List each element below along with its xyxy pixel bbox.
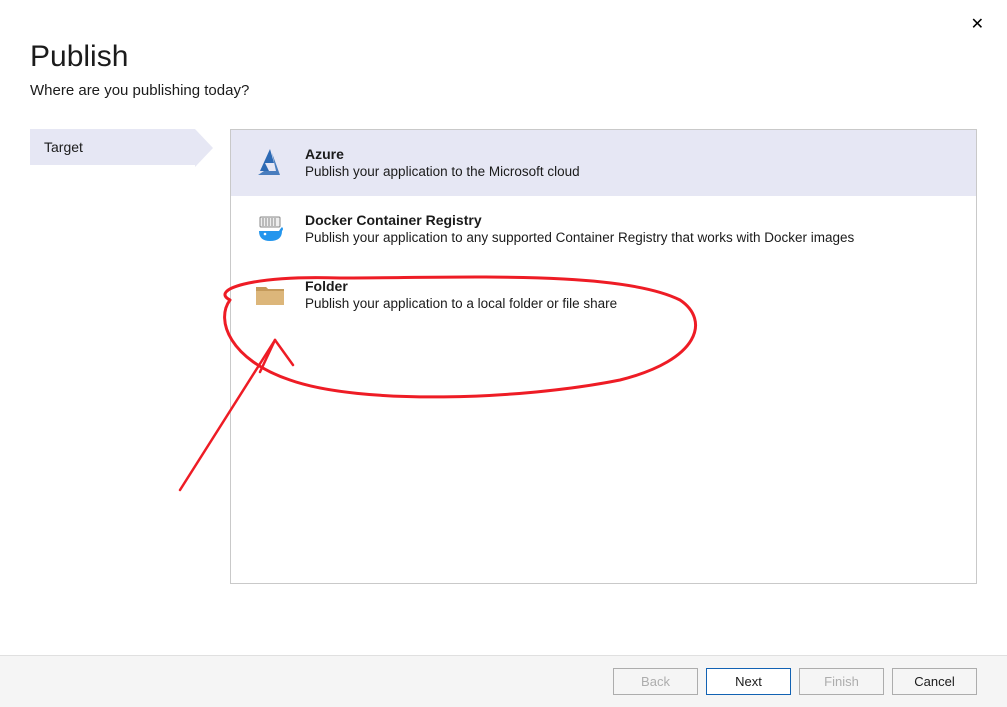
azure-icon — [251, 144, 289, 182]
finish-button[interactable]: Finish — [799, 668, 884, 695]
back-button[interactable]: Back — [613, 668, 698, 695]
option-azure[interactable]: Azure Publish your application to the Mi… — [231, 130, 976, 196]
option-text: Docker Container Registry Publish your a… — [305, 210, 854, 245]
option-description: Publish your application to any supporte… — [305, 230, 854, 245]
dialog-footer: Back Next Finish Cancel — [0, 655, 1007, 707]
close-icon: ✕ — [971, 16, 984, 33]
option-description: Publish your application to the Microsof… — [305, 164, 580, 179]
option-title: Docker Container Registry — [305, 212, 854, 228]
close-button[interactable]: ✕ — [963, 10, 992, 38]
option-title: Azure — [305, 146, 580, 162]
content-area: Target Azure Publish your application to… — [0, 119, 1007, 584]
page-title: Publish — [30, 40, 977, 74]
docker-icon — [251, 210, 289, 248]
option-text: Folder Publish your application to a loc… — [305, 276, 617, 311]
sidebar-item-target[interactable]: Target — [30, 129, 195, 165]
next-button[interactable]: Next — [706, 668, 791, 695]
dialog-header: Publish Where are you publishing today? — [0, 0, 1007, 119]
option-description: Publish your application to a local fold… — [305, 296, 617, 311]
option-folder[interactable]: Folder Publish your application to a loc… — [231, 262, 976, 328]
option-text: Azure Publish your application to the Mi… — [305, 144, 580, 179]
option-docker[interactable]: Docker Container Registry Publish your a… — [231, 196, 976, 262]
folder-icon — [251, 276, 289, 314]
page-subtitle: Where are you publishing today? — [30, 82, 977, 99]
wizard-sidebar: Target — [30, 129, 195, 584]
cancel-button[interactable]: Cancel — [892, 668, 977, 695]
options-panel: Azure Publish your application to the Mi… — [230, 129, 977, 584]
sidebar-item-label: Target — [44, 139, 83, 155]
option-title: Folder — [305, 278, 617, 294]
